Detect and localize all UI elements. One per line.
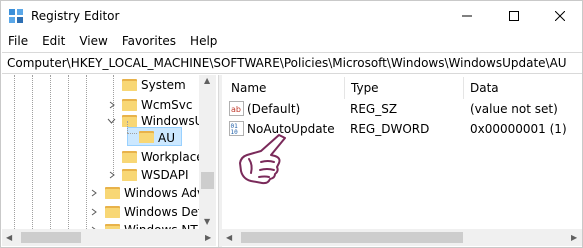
value-type: REG_DWORD: [350, 122, 430, 136]
folder-icon: [122, 168, 137, 181]
menu-view[interactable]: View: [72, 32, 114, 52]
list-horizontal-scroll-thumb[interactable]: [241, 232, 463, 243]
column-header-type[interactable]: Type: [344, 77, 379, 99]
minimize-icon: [462, 15, 472, 17]
tree-vertical-scrollbar[interactable]: [199, 75, 216, 229]
scroll-right-icon[interactable]: ▶: [571, 233, 577, 242]
folder-icon: [105, 205, 120, 218]
tree-item-windows-atp[interactable]: Windows Advanced Threat Protection: [2, 183, 202, 203]
folder-icon: [122, 98, 137, 111]
scroll-left-icon[interactable]: ◀: [6, 233, 12, 242]
tree-item-label: WSDAPI: [141, 168, 189, 182]
tree-item-label: WindowsUpdate: [141, 114, 201, 128]
tree-item-system[interactable]: System: [2, 75, 202, 95]
menu-help[interactable]: Help: [183, 32, 224, 52]
tree-horizontal-scroll-thumb[interactable]: [21, 232, 81, 243]
address-bar[interactable]: Computer\HKEY_LOCAL_MACHINE\SOFTWARE\Pol…: [2, 52, 582, 74]
key-tree[interactable]: System WcmSvc WindowsUpdate AU Workplace…: [2, 75, 217, 245]
tree-item-label: Windows Defender: [124, 205, 200, 219]
tree-item-label: AU: [158, 131, 175, 145]
folder-icon: [122, 150, 137, 163]
tree-item-wsdapi[interactable]: WSDAPI: [2, 165, 202, 185]
folder-icon: [105, 186, 120, 199]
folder-icon: [139, 130, 154, 143]
registry-editor-window: Registry Editor File Edit View Favorites…: [0, 0, 583, 248]
value-data: 0x00000001 (1): [470, 122, 567, 136]
svg-text:ab: ab: [231, 105, 241, 114]
menu-favorites[interactable]: Favorites: [115, 32, 183, 52]
maximize-button[interactable]: [491, 1, 537, 31]
tree-item-label: Windows Advanced Threat Protection: [124, 186, 200, 200]
tree-guide-line: [127, 121, 128, 133]
tree-guide-line: [127, 133, 137, 134]
pointing-hand-cursor-icon: [239, 134, 286, 185]
folder-icon: [122, 78, 137, 91]
chevron-right-icon[interactable]: [90, 208, 98, 216]
column-header-data[interactable]: Data: [463, 77, 499, 99]
tree-item-workplacejoin[interactable]: WorkplaceJoin: [2, 147, 202, 167]
scroll-right-icon[interactable]: ▶: [205, 233, 211, 242]
menu-edit[interactable]: Edit: [35, 32, 72, 52]
menu-bar: File Edit View Favorites Help: [1, 32, 224, 52]
chevron-down-icon[interactable]: [107, 117, 116, 125]
registry-editor-icon: [9, 9, 23, 23]
column-header-name[interactable]: Name: [224, 77, 266, 99]
tree-vertical-scroll-thumb[interactable]: [201, 172, 214, 189]
chevron-right-icon[interactable]: [108, 101, 116, 109]
value-type: REG_SZ: [350, 102, 398, 116]
menu-file[interactable]: File: [1, 32, 35, 52]
tree-item-label: WorkplaceJoin: [141, 150, 201, 164]
value-data: (value not set): [470, 102, 558, 116]
string-value-icon: ab: [229, 101, 244, 116]
title-bar: Registry Editor: [1, 1, 582, 31]
close-icon: [555, 11, 565, 21]
tree-item-label: WcmSvc: [141, 98, 193, 112]
value-row[interactable]: ab (Default) REG_SZ (value not set): [222, 99, 582, 119]
scroll-down-icon[interactable]: ▼: [204, 217, 210, 226]
close-button[interactable]: [537, 1, 583, 31]
chevron-right-icon[interactable]: [90, 189, 98, 197]
folder-open-icon: [122, 114, 137, 127]
tree-item-label: System: [141, 78, 186, 92]
chevron-right-icon[interactable]: [108, 171, 116, 179]
window-title: Registry Editor: [31, 9, 120, 23]
minimize-button[interactable]: [444, 1, 490, 31]
tree-item-au[interactable]: AU: [2, 121, 202, 147]
address-path[interactable]: Computer\HKEY_LOCAL_MACHINE\SOFTWARE\Pol…: [7, 56, 567, 70]
tree-item-windows-defender[interactable]: Windows Defender: [2, 202, 202, 222]
value-name: (Default): [247, 102, 301, 116]
scroll-up-icon[interactable]: ▲: [204, 76, 210, 85]
maximize-icon: [509, 11, 519, 21]
scroll-left-icon[interactable]: ◀: [226, 233, 232, 242]
